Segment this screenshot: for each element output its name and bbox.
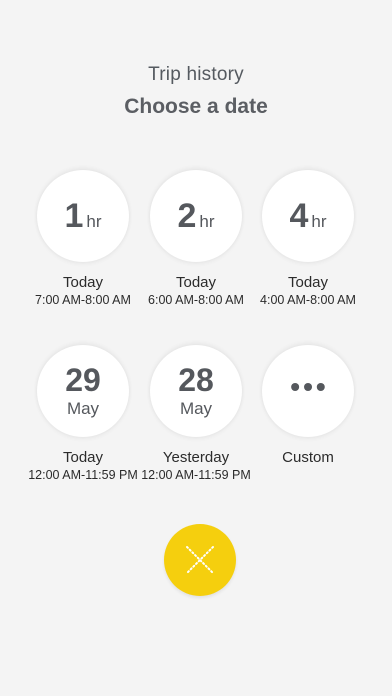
option-4-hours-unit: hr xyxy=(311,212,327,231)
option-2-hours-range: 6:00 AM-8:00 AM xyxy=(148,293,244,307)
option-date-28-range: 12:00 AM-11:59 PM xyxy=(141,468,251,482)
option-4-hours[interactable]: 4 hr Today 4:00 AM-8:00 AM xyxy=(243,170,373,308)
option-2-hours-unit: hr xyxy=(199,212,215,231)
option-1-hour[interactable]: 1 hr Today 7:00 AM-8:00 AM xyxy=(18,170,148,308)
page-title: Choose a date xyxy=(124,95,268,118)
option-2-hours-label: Today xyxy=(175,274,217,291)
option-date-29-label: Today xyxy=(62,449,104,466)
option-date-29-may-circle[interactable]: 29 May xyxy=(37,345,129,437)
option-custom[interactable]: ••• Custom xyxy=(243,345,373,467)
option-1-hour-unit: hr xyxy=(86,212,102,231)
option-4-hours-label: Today xyxy=(287,274,329,291)
option-date-28-label: Yesterday xyxy=(162,449,230,466)
option-2-hours[interactable]: 2 hr Today 6:00 AM-8:00 AM xyxy=(131,170,261,308)
option-4-hours-range: 4:00 AM-8:00 AM xyxy=(260,293,356,307)
option-date-29-range: 12:00 AM-11:59 PM xyxy=(28,468,138,482)
more-dots-icon: ••• xyxy=(290,371,329,402)
option-date-29-month: May xyxy=(66,398,100,418)
option-4-hours-value: 4 xyxy=(289,197,309,235)
close-button[interactable] xyxy=(164,524,236,596)
option-custom-circle[interactable]: ••• xyxy=(262,345,354,437)
header-subtitle: Trip history xyxy=(148,64,244,85)
option-custom-label: Custom xyxy=(282,449,334,466)
option-date-28-may-circle[interactable]: 28 May xyxy=(150,345,242,437)
option-date-29-may[interactable]: 29 May Today 12:00 AM-11:59 PM xyxy=(18,345,148,483)
option-1-hour-range: 7:00 AM-8:00 AM xyxy=(35,293,131,307)
close-x-icon xyxy=(186,546,214,574)
option-date-28-day: 28 xyxy=(178,361,214,398)
option-date-29-day: 29 xyxy=(65,361,101,398)
option-date-28-month: May xyxy=(179,398,213,418)
option-2-hours-circle[interactable]: 2 hr xyxy=(150,170,242,262)
option-1-hour-circle[interactable]: 1 hr xyxy=(37,170,129,262)
option-2-hours-value: 2 xyxy=(177,197,197,235)
option-1-hour-value: 1 xyxy=(64,197,84,235)
option-4-hours-circle[interactable]: 4 hr xyxy=(262,170,354,262)
option-date-28-may[interactable]: 28 May Yesterday 12:00 AM-11:59 PM xyxy=(131,345,261,483)
option-1-hour-label: Today xyxy=(62,274,104,291)
